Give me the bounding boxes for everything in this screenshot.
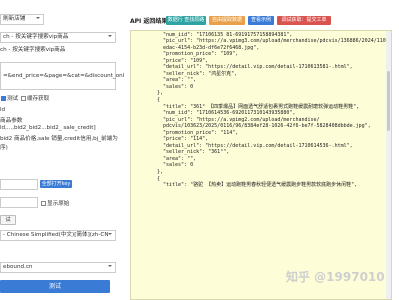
submit-ticket-button[interactable]: 调试获取：提交工单 — [277, 16, 331, 25]
domain-select[interactable]: ebound.cn — [0, 262, 116, 273]
field-hint-3: ld,...,bid2_bid2...bid2_ sale_credit] — [0, 125, 96, 131]
opt-input[interactable] — [0, 197, 38, 208]
test-checkbox-label: 测试 — [7, 96, 19, 102]
run-test-button[interactable]: 测试 — [0, 280, 110, 293]
result-panel[interactable]: "title": "【品牌特卖】 (运动跑步鞋男运动 鞋 男跑步鞋春季-) 男运… — [130, 30, 392, 300]
field-hint-5: 序) — [0, 145, 8, 151]
raw-toggle: 显示原始 — [40, 199, 69, 207]
result-title: API 返回结果 — [130, 18, 168, 25]
options-row: 测试 缓存获取 — [0, 94, 49, 102]
cache-checkbox[interactable] — [20, 96, 26, 101]
json-line: "detail_url": "https://detail.vip.com/de… — [163, 64, 353, 71]
watermark: 知乎 @1997010 — [286, 270, 385, 284]
raw-checkbox[interactable] — [41, 201, 46, 206]
api-hint: ch - 按关键字搜索vip商品 — [0, 47, 66, 53]
url-params-text: =&end_price=&page=&cat=&discount_onl — [3, 73, 125, 79]
url-params-textarea[interactable]: =&end_price=&page=&cat=&discount_onl — [0, 62, 124, 90]
view-example-button[interactable]: 查看示例 — [248, 16, 274, 25]
open-all-key-button[interactable]: 全部打开key — [40, 180, 72, 188]
json-line: pdcvis/103623/2025/0116/96/8384ef28-1026… — [163, 123, 371, 130]
json-output: "title": "【品牌特卖】 (运动跑步鞋男运动 鞋 男跑步鞋春季-) 男运… — [139, 31, 392, 189]
cache-checkbox-label: 缓存获取 — [26, 96, 50, 102]
raw-checkbox-label: 显示原始 — [47, 201, 70, 207]
field-hint-1: ld — [0, 107, 6, 113]
api-select[interactable]: ch - 按关键字搜索vip商品 — [0, 32, 116, 43]
field-hint-4: bid2 商品价格,sale 销量,credit信用,bj_前端为 — [0, 136, 118, 142]
request-form: 刷新店铺 ch - 按关键字搜索vip商品 ch - 按关键字搜索vip商品 =… — [0, 0, 124, 300]
vertical-scrollbar[interactable] — [386, 31, 391, 299]
find-path-button[interactable]: 数据行 查找原路 — [166, 16, 206, 25]
json-line: "pic_url": "https://a.vpimg3.com/upload/… — [163, 38, 392, 45]
test-checkbox[interactable] — [1, 96, 6, 101]
lang-select[interactable]: - Chinese Simplified(中文)[简体](zh-CN — [0, 230, 116, 241]
json-line: "title": "骆驼 【热卖】运动跑鞋男春秋轻便透气缓震跑步鞋男款软底跑步休… — [163, 182, 358, 189]
scrollbar-thumb[interactable] — [387, 71, 390, 131]
method-select[interactable]: 刷新店铺 — [0, 14, 44, 25]
test-mini-button[interactable]: 试 — [0, 215, 16, 225]
field-hint-2: 商品参数 — [0, 118, 23, 124]
extract-data-button[interactable]: 自由提取数据 — [209, 16, 245, 25]
q-input[interactable] — [0, 179, 38, 190]
